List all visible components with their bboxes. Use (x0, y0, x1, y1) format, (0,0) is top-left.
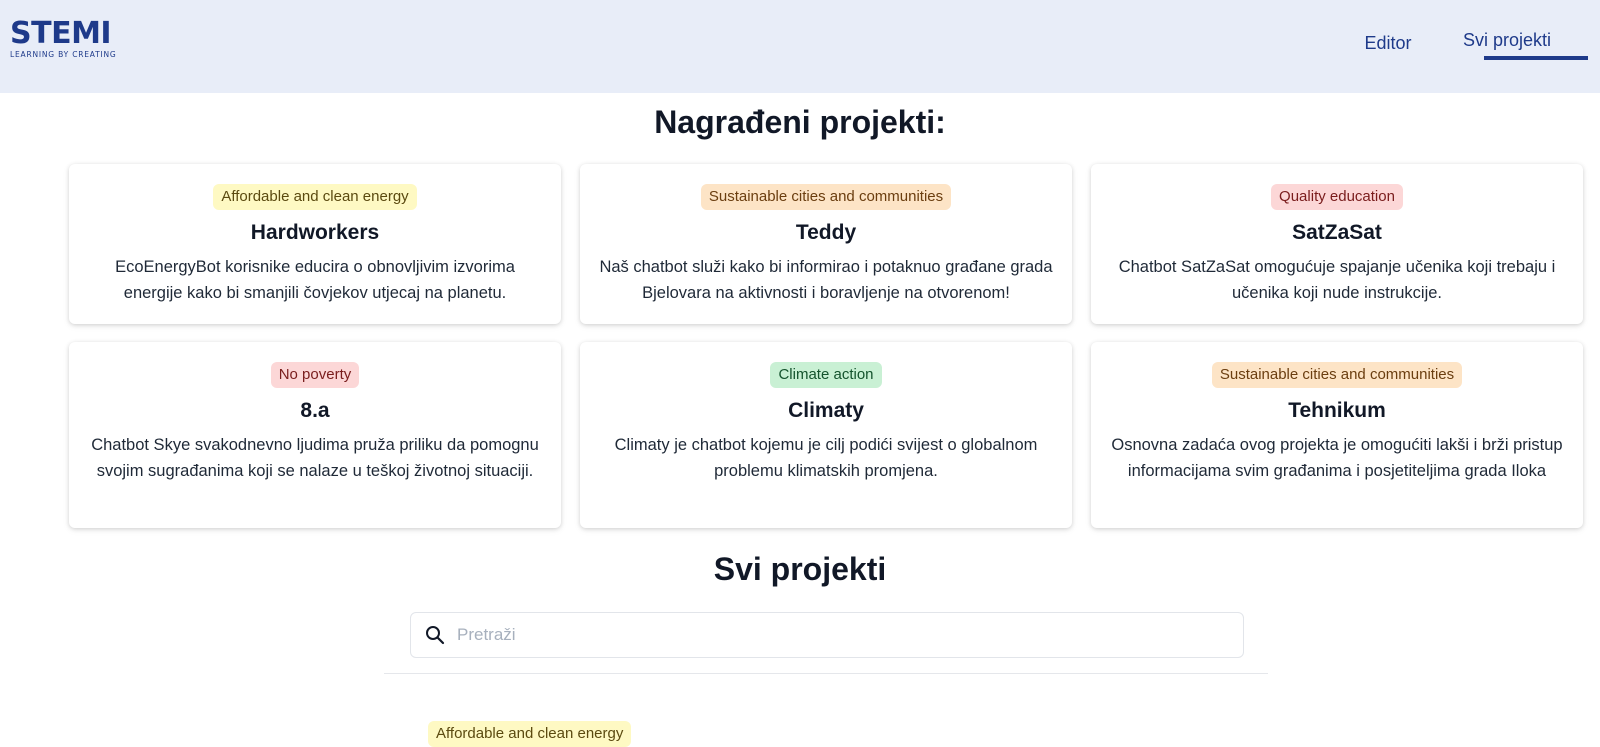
all-projects-heading: Svi projekti (713, 551, 887, 587)
logo-tagline: LEARNING BY CREATING (10, 50, 117, 59)
category-tag: Quality education (1271, 184, 1403, 210)
search-input[interactable] (455, 614, 1229, 656)
search-icon (425, 625, 445, 645)
awarded-projects-heading: Nagrađeni projekti: (654, 104, 946, 140)
project-card-8a[interactable]: No poverty 8.a Chatbot Skye svakodnevno … (69, 342, 561, 528)
category-tag: Affordable and clean energy (213, 184, 417, 210)
project-title: Climaty (788, 399, 864, 422)
project-description: Climaty je chatbot kojemu je cilj podići… (614, 436, 1038, 480)
project-title: Teddy (795, 221, 857, 244)
section-divider (384, 673, 1268, 674)
top-header: STEMI LEARNING BY CREATING Editor Svi pr… (0, 0, 1600, 93)
project-title: Hardworkers (250, 221, 380, 244)
nav-active-indicator (1484, 56, 1588, 60)
project-card-teddy[interactable]: Sustainable cities and communities Teddy… (580, 164, 1072, 324)
project-card-tehnikum[interactable]: Sustainable cities and communities Tehni… (1091, 342, 1583, 528)
category-tag: Sustainable cities and communities (1211, 362, 1463, 388)
project-description: Chatbot SatZaSat omogućuje spajanje učen… (1118, 258, 1556, 302)
category-tag: No poverty (270, 362, 360, 388)
project-title: SatZaSat (1292, 221, 1382, 244)
project-card-hardworkers[interactable]: Affordable and clean energy Hardworkers … (69, 164, 561, 324)
category-tag: Affordable and clean energy (428, 721, 632, 747)
nav-editor-link[interactable]: Editor (1338, 28, 1438, 58)
project-card-satzasat[interactable]: Quality education SatZaSat Chatbot SatZa… (1091, 164, 1583, 324)
project-description: Naš chatbot služi kako bi informirao i p… (599, 258, 1053, 302)
logo-wordmark: STEMI (10, 16, 112, 51)
project-card-climaty[interactable]: Climate action Climaty Climaty je chatbo… (580, 342, 1072, 528)
search-box (410, 612, 1244, 658)
project-title: Tehnikum (1288, 399, 1386, 422)
category-tag: Climate action (770, 362, 882, 388)
stemi-logo[interactable]: STEMI LEARNING BY CREATING (10, 18, 136, 60)
project-description: Chatbot Skye svakodnevno ljudima pruža p… (91, 436, 539, 480)
project-description: EcoEnergyBot korisnike educira o obnovlj… (115, 258, 515, 302)
category-tag: Sustainable cities and communities (700, 184, 952, 210)
nav-all-projects-link[interactable]: Svi projekti (1457, 25, 1557, 55)
project-title: 8.a (300, 399, 330, 422)
project-description: Osnovna zadaća ovog projekta je omogućit… (1111, 436, 1563, 480)
